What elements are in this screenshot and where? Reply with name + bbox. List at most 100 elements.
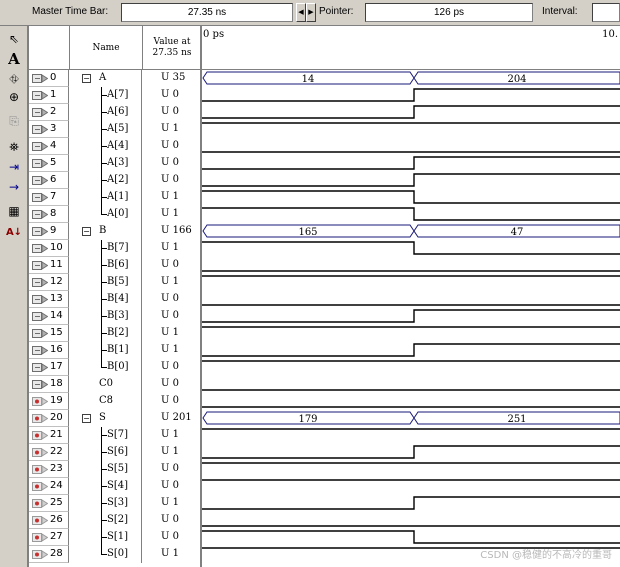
index-cell[interactable]: 7: [29, 189, 69, 206]
waveform-editing-tool-icon[interactable]: ⛗: [4, 70, 24, 88]
value-cell[interactable]: U 166: [143, 223, 201, 240]
index-cell[interactable]: 26: [29, 512, 69, 529]
index-cell[interactable]: 21: [29, 427, 69, 444]
signal-row[interactable]: 3 A[5] U 1: [29, 121, 201, 138]
time-bar-left-arrow-icon[interactable]: ◀: [296, 3, 306, 22]
index-cell[interactable]: 23: [29, 461, 69, 478]
name-cell[interactable]: A[1]: [70, 189, 142, 206]
name-cell[interactable]: S[2]: [70, 512, 142, 529]
index-cell[interactable]: 14: [29, 308, 69, 325]
waveform-panel[interactable]: 0 ps 10. 14 204 165 47 179 251: [200, 26, 620, 567]
header-value[interactable]: Value at 27.35 ns: [143, 26, 201, 70]
copy-icon[interactable]: ⎘: [4, 112, 24, 130]
value-cell[interactable]: U 1: [143, 342, 201, 359]
index-cell[interactable]: 28: [29, 546, 69, 563]
index-cell[interactable]: 10: [29, 240, 69, 257]
name-cell[interactable]: A[3]: [70, 155, 142, 172]
header-name[interactable]: Name: [70, 26, 143, 70]
name-cell[interactable]: A[7]: [70, 87, 142, 104]
signal-row[interactable]: 5 A[3] U 0: [29, 155, 201, 172]
index-cell[interactable]: 15: [29, 325, 69, 342]
value-cell[interactable]: U 0: [143, 376, 201, 393]
name-cell[interactable]: A[6]: [70, 104, 142, 121]
signal-row[interactable]: 4 A[4] U 0: [29, 138, 201, 155]
signal-row[interactable]: 14 B[3] U 0: [29, 308, 201, 325]
signal-row[interactable]: 18 C0 U 0: [29, 376, 201, 393]
value-cell[interactable]: U 1: [143, 495, 201, 512]
signal-row[interactable]: 25 S[3] U 1: [29, 495, 201, 512]
sort-icon[interactable]: A↓: [4, 224, 24, 242]
value-cell[interactable]: U 1: [143, 121, 201, 138]
name-cell[interactable]: B[7]: [70, 240, 142, 257]
value-cell[interactable]: U 1: [143, 189, 201, 206]
index-cell[interactable]: 27: [29, 529, 69, 546]
index-cell[interactable]: 11: [29, 257, 69, 274]
value-cell[interactable]: U 0: [143, 291, 201, 308]
name-cell[interactable]: A[0]: [70, 206, 142, 223]
name-cell[interactable]: S[1]: [70, 529, 142, 546]
name-cell[interactable]: C8: [70, 393, 142, 410]
index-cell[interactable]: 19: [29, 393, 69, 410]
signal-row[interactable]: 0 − A U 35: [29, 70, 201, 87]
name-cell[interactable]: − A: [70, 70, 142, 87]
find-icon[interactable]: ⛯: [4, 138, 24, 156]
name-cell[interactable]: A[5]: [70, 121, 142, 138]
index-cell[interactable]: 1: [29, 87, 69, 104]
next-transition-icon[interactable]: →: [4, 178, 24, 196]
name-cell[interactable]: B[5]: [70, 274, 142, 291]
name-cell[interactable]: S[7]: [70, 427, 142, 444]
value-cell[interactable]: U 0: [143, 104, 201, 121]
signal-row[interactable]: 1 A[7] U 0: [29, 87, 201, 104]
replace-icon[interactable]: ⇥: [4, 158, 24, 176]
name-cell[interactable]: − B: [70, 223, 142, 240]
collapse-icon[interactable]: −: [82, 414, 91, 423]
name-cell[interactable]: S[5]: [70, 461, 142, 478]
value-cell[interactable]: U 35: [143, 70, 201, 87]
index-cell[interactable]: 0: [29, 70, 69, 87]
value-cell[interactable]: U 1: [143, 240, 201, 257]
signal-row[interactable]: 9 − B U 166: [29, 223, 201, 240]
zoom-tool-icon[interactable]: ⊕: [4, 88, 24, 106]
value-cell[interactable]: U 201: [143, 410, 201, 427]
signal-row[interactable]: 21 S[7] U 1: [29, 427, 201, 444]
value-cell[interactable]: U 0: [143, 461, 201, 478]
signal-row[interactable]: 10 B[7] U 1: [29, 240, 201, 257]
text-tool-icon[interactable]: A: [4, 50, 24, 68]
signal-row[interactable]: 8 A[0] U 1: [29, 206, 201, 223]
master-time-bar-field[interactable]: 27.35 ns: [121, 3, 293, 22]
timeline-ruler[interactable]: 0 ps 10.: [202, 26, 620, 70]
signal-row[interactable]: 24 S[4] U 0: [29, 478, 201, 495]
value-cell[interactable]: U 0: [143, 393, 201, 410]
signal-row[interactable]: 17 B[0] U 0: [29, 359, 201, 376]
signal-row[interactable]: 7 A[1] U 1: [29, 189, 201, 206]
name-cell[interactable]: A[2]: [70, 172, 142, 189]
value-cell[interactable]: U 0: [143, 87, 201, 104]
value-cell[interactable]: U 1: [143, 546, 201, 563]
time-bar-right-arrow-icon[interactable]: ▶: [306, 3, 316, 22]
index-cell[interactable]: 20: [29, 410, 69, 427]
value-cell[interactable]: U 0: [143, 359, 201, 376]
value-cell[interactable]: U 0: [143, 529, 201, 546]
index-cell[interactable]: 16: [29, 342, 69, 359]
signal-row[interactable]: 22 S[6] U 1: [29, 444, 201, 461]
value-cell[interactable]: U 1: [143, 206, 201, 223]
index-cell[interactable]: 4: [29, 138, 69, 155]
value-cell[interactable]: U 0: [143, 138, 201, 155]
name-cell[interactable]: C0: [70, 376, 142, 393]
signal-row[interactable]: 26 S[2] U 0: [29, 512, 201, 529]
index-cell[interactable]: 9: [29, 223, 69, 240]
signal-row[interactable]: 16 B[1] U 1: [29, 342, 201, 359]
signal-row[interactable]: 28 S[0] U 1: [29, 546, 201, 563]
selection-tool-icon[interactable]: ⇖: [4, 30, 24, 48]
name-cell[interactable]: B[0]: [70, 359, 142, 376]
value-cell[interactable]: U 1: [143, 325, 201, 342]
signal-row[interactable]: 6 A[2] U 0: [29, 172, 201, 189]
name-cell[interactable]: B[2]: [70, 325, 142, 342]
value-cell[interactable]: U 0: [143, 478, 201, 495]
name-cell[interactable]: S[3]: [70, 495, 142, 512]
name-cell[interactable]: S[4]: [70, 478, 142, 495]
signal-row[interactable]: 13 B[4] U 0: [29, 291, 201, 308]
index-cell[interactable]: 12: [29, 274, 69, 291]
signal-row[interactable]: 11 B[6] U 0: [29, 257, 201, 274]
waveform-canvas[interactable]: 14 204 165 47 179 251: [202, 70, 620, 567]
